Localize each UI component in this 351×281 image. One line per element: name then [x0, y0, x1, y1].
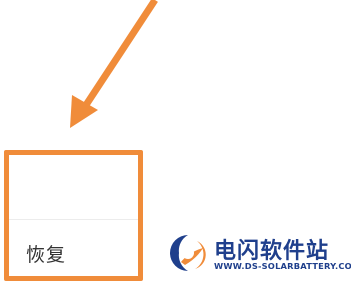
restore-menu-item[interactable]: 恢复: [9, 220, 138, 276]
restore-label: 恢复: [26, 244, 67, 266]
menu-blank-area: [9, 155, 138, 220]
highlight-frame: 恢复: [4, 150, 143, 281]
watermark-url: WWW.DS-SOLARBATTERY.COM: [214, 261, 351, 271]
screenshot-stage: 恢复 电闪软件站 WWW.DS-SOLARBATTERY.COM: [0, 0, 351, 281]
site-watermark: 电闪软件站 WWW.DS-SOLARBATTERY.COM: [167, 232, 351, 276]
lightning-logo-icon: [170, 235, 206, 271]
